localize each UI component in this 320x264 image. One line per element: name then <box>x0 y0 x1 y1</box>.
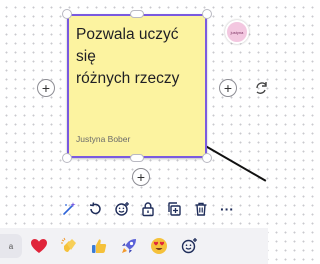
resize-handle-top-right[interactable] <box>202 9 212 19</box>
reaction-list <box>28 233 200 259</box>
context-toolbar: ··· <box>60 197 236 221</box>
reaction-bar-chip[interactable]: a <box>0 234 22 258</box>
more-icon[interactable]: ··· <box>218 199 236 219</box>
magic-wand-icon[interactable] <box>60 199 78 219</box>
duplicate-icon[interactable] <box>165 199 183 219</box>
add-emoji-icon[interactable] <box>178 235 200 257</box>
resize-handle-bottom-right[interactable] <box>202 153 212 163</box>
swap-icon[interactable] <box>86 199 104 219</box>
rocket-icon[interactable] <box>118 235 140 257</box>
collaborator-avatar[interactable]: justyna <box>225 20 249 44</box>
chip-label: a <box>8 241 14 251</box>
heart-eyes-icon[interactable] <box>148 235 170 257</box>
add-reaction-icon[interactable] <box>113 199 131 219</box>
resize-handle-top[interactable] <box>130 10 144 18</box>
lock-icon[interactable] <box>139 199 157 219</box>
resize-handle-bottom[interactable] <box>130 154 144 162</box>
clapping-hands-icon[interactable] <box>58 235 80 257</box>
more-label: ··· <box>219 201 234 217</box>
plus-icon: + <box>136 169 146 185</box>
connector-line <box>203 144 267 182</box>
heart-icon[interactable] <box>28 235 50 257</box>
add-left-button[interactable]: + <box>37 79 55 97</box>
resize-handle-bottom-left[interactable] <box>62 153 72 163</box>
avatar-label: justyna <box>230 29 244 35</box>
selection-frame <box>67 14 207 158</box>
add-bottom-button[interactable]: + <box>132 168 150 186</box>
rotate-icon[interactable] <box>254 80 268 96</box>
delete-icon[interactable] <box>192 199 210 219</box>
plus-icon: + <box>223 80 233 96</box>
add-right-button[interactable]: + <box>219 79 237 97</box>
resize-handle-top-left[interactable] <box>62 9 72 19</box>
thumbs-up-icon[interactable] <box>88 235 110 257</box>
plus-icon: + <box>41 80 51 96</box>
